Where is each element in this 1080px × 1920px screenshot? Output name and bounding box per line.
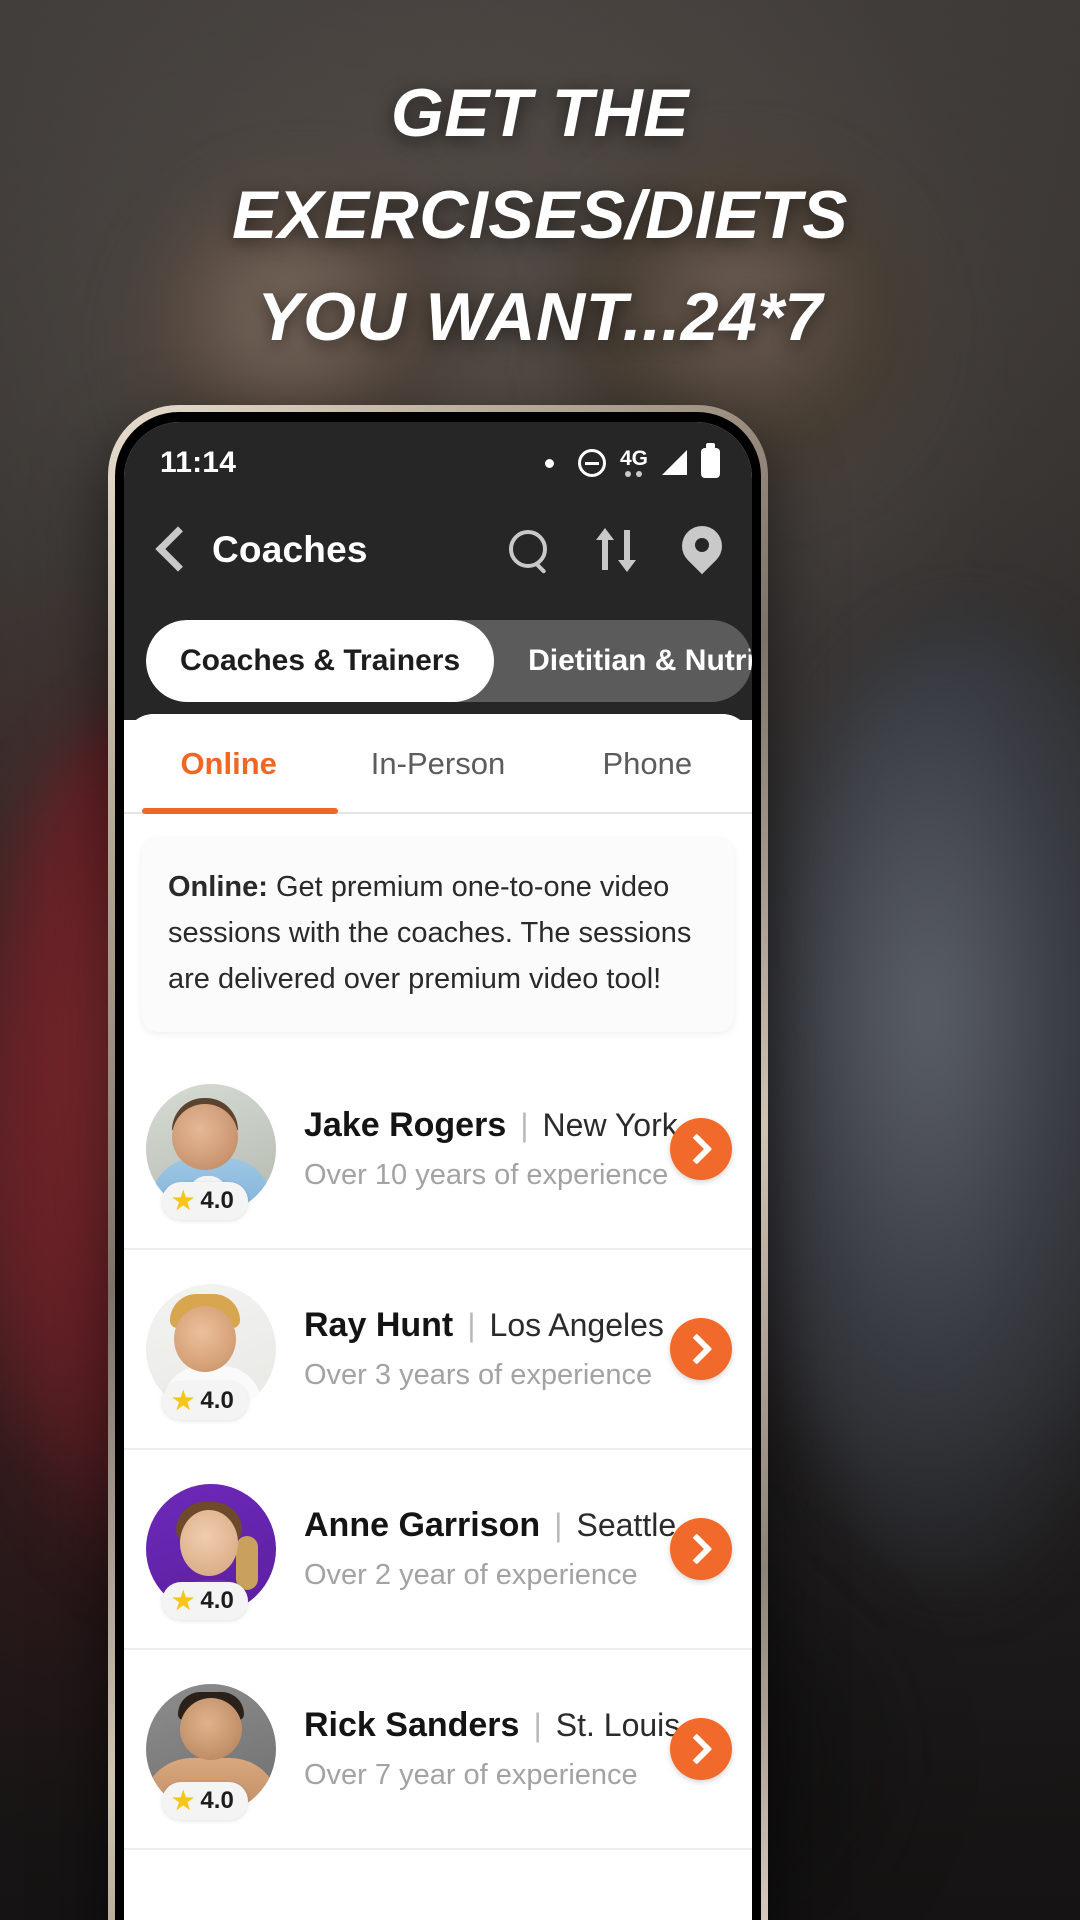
rating-value: 4.0: [200, 1187, 234, 1214]
category-tab-track[interactable]: Coaches & Trainers Dietitian & Nutrition…: [146, 620, 752, 702]
coach-detail-button[interactable]: [670, 1718, 732, 1780]
rating-value: 4.0: [200, 1787, 234, 1814]
coach-heading: Jake Rogers | New York: [304, 1106, 678, 1145]
app-bar: Coaches: [124, 494, 752, 606]
coach-name: Rick Sanders: [304, 1706, 520, 1744]
do-not-disturb-icon: [577, 449, 606, 477]
coach-heading: Anne Garrison | Seattle: [304, 1506, 676, 1545]
page-title: Coaches: [212, 529, 368, 570]
app-bar-actions: [508, 526, 722, 574]
network-4g-label: 4G: [619, 447, 648, 470]
phone-bezel: 11:14 4G Coaches Coaches & Trainers Diet…: [115, 412, 761, 1920]
coach-name: Ray Hunt: [304, 1306, 454, 1344]
coach-list-item[interactable]: ★ 4.0 Rick Sanders | St. Louis Over 7 ye…: [124, 1650, 752, 1850]
rating-value: 4.0: [200, 1387, 234, 1414]
coach-list: ★ 4.0 Jake Rogers | New York Over 10 yea…: [124, 1050, 752, 1850]
category-tab-coaches-trainers[interactable]: Coaches & Trainers: [146, 620, 495, 702]
info-card: Online: Get premium one-to-one video ses…: [142, 838, 734, 1032]
coach-experience: Over 10 years of experience: [304, 1159, 669, 1191]
coach-list-item[interactable]: ★ 4.0 Jake Rogers | New York Over 10 yea…: [124, 1050, 752, 1250]
coach-name: Anne Garrison: [304, 1506, 541, 1544]
coach-detail-button[interactable]: [670, 1318, 732, 1380]
status-bar: 11:14 4G: [124, 422, 752, 494]
coach-info: Rick Sanders | St. Louis Over 7 year of …: [276, 1706, 680, 1792]
coach-name: Jake Rogers: [304, 1106, 507, 1144]
coach-city: Seattle: [576, 1507, 677, 1543]
avatar: ★ 4.0: [146, 1684, 276, 1820]
coach-city: New York: [542, 1107, 678, 1143]
background-figure-body-right: [760, 620, 1080, 1600]
coach-experience: Over 7 year of experience: [304, 1759, 638, 1791]
coach-heading: Ray Hunt | Los Angeles: [304, 1306, 670, 1345]
rating-badge: ★ 4.0: [162, 1182, 248, 1220]
rating-badge: ★ 4.0: [162, 1582, 248, 1620]
tab-online[interactable]: Online: [124, 746, 333, 782]
network-activity-dots: [625, 471, 643, 477]
phone-screen: 11:14 4G Coaches Coaches & Trainers Diet…: [124, 422, 752, 1920]
signal-bars-icon: [662, 449, 687, 475]
headline-line-1: GET THE: [390, 75, 690, 151]
sort-icon[interactable]: [594, 528, 638, 572]
star-icon: ★: [172, 1586, 195, 1615]
avatar: ★ 4.0: [146, 1084, 276, 1220]
mode-tab-bar: Online In-Person Phone: [124, 714, 752, 814]
coach-detail-button[interactable]: [670, 1518, 732, 1580]
avatar: ★ 4.0: [146, 1484, 276, 1620]
headline-line-3: YOU WANT...24*7: [257, 279, 823, 355]
search-icon[interactable]: [508, 529, 550, 571]
category-tab-bar: Coaches & Trainers Dietitian & Nutrition…: [124, 606, 752, 720]
headline-line-2: EXERCISES/DIETS: [232, 177, 848, 253]
coach-heading: Rick Sanders | St. Louis: [304, 1706, 680, 1745]
location-pin-icon[interactable]: [682, 526, 722, 574]
coach-info: Anne Garrison | Seattle Over 2 year of e…: [276, 1506, 676, 1592]
category-tab-dietitian-nutritionist[interactable]: Dietitian & Nutritionist: [494, 620, 752, 702]
tab-phone[interactable]: Phone: [543, 746, 752, 782]
coach-separator: |: [533, 1707, 542, 1743]
coach-city: St. Louis: [555, 1707, 681, 1743]
dot-indicator-icon: [544, 458, 554, 468]
promo-screenshot: GET THE EXERCISES/DIETS YOU WANT...24*7 …: [0, 0, 1080, 1920]
coach-separator: |: [467, 1307, 476, 1343]
coach-experience: Over 3 years of experience: [304, 1359, 653, 1391]
star-icon: ★: [172, 1386, 195, 1415]
network-4g-icon: 4G: [619, 447, 648, 477]
battery-icon: [701, 443, 720, 478]
avatar: ★ 4.0: [146, 1284, 276, 1420]
chevron-left-icon[interactable]: [146, 523, 200, 577]
coach-experience: Over 2 year of experience: [304, 1559, 638, 1591]
rating-badge: ★ 4.0: [162, 1382, 248, 1420]
promo-headline: GET THE EXERCISES/DIETS YOU WANT...24*7: [0, 62, 1080, 368]
rating-badge: ★ 4.0: [162, 1782, 248, 1820]
coach-separator: |: [520, 1107, 529, 1143]
coach-list-item[interactable]: ★ 4.0 Anne Garrison | Seattle Over 2 yea…: [124, 1450, 752, 1650]
phone-mockup: 11:14 4G Coaches Coaches & Trainers Diet…: [108, 405, 768, 1920]
content-sheet: Online In-Person Phone Online: Get premi…: [124, 714, 752, 1920]
coach-city: Los Angeles: [489, 1307, 664, 1343]
info-card-lead: Online:: [168, 871, 268, 903]
mode-tab-active-indicator: [142, 808, 338, 814]
coach-separator: |: [554, 1507, 563, 1543]
coach-info: Jake Rogers | New York Over 10 years of …: [276, 1106, 678, 1192]
coach-detail-button[interactable]: [670, 1118, 732, 1180]
star-icon: ★: [172, 1786, 195, 1815]
coach-info: Ray Hunt | Los Angeles Over 3 years of e…: [276, 1306, 670, 1392]
status-time: 11:14: [160, 446, 237, 479]
rating-value: 4.0: [200, 1587, 234, 1614]
coach-list-item[interactable]: ★ 4.0 Ray Hunt | Los Angeles Over 3 year…: [124, 1250, 752, 1450]
tab-in-person[interactable]: In-Person: [333, 746, 542, 782]
star-icon: ★: [172, 1186, 195, 1215]
status-icons: 4G: [544, 443, 720, 478]
